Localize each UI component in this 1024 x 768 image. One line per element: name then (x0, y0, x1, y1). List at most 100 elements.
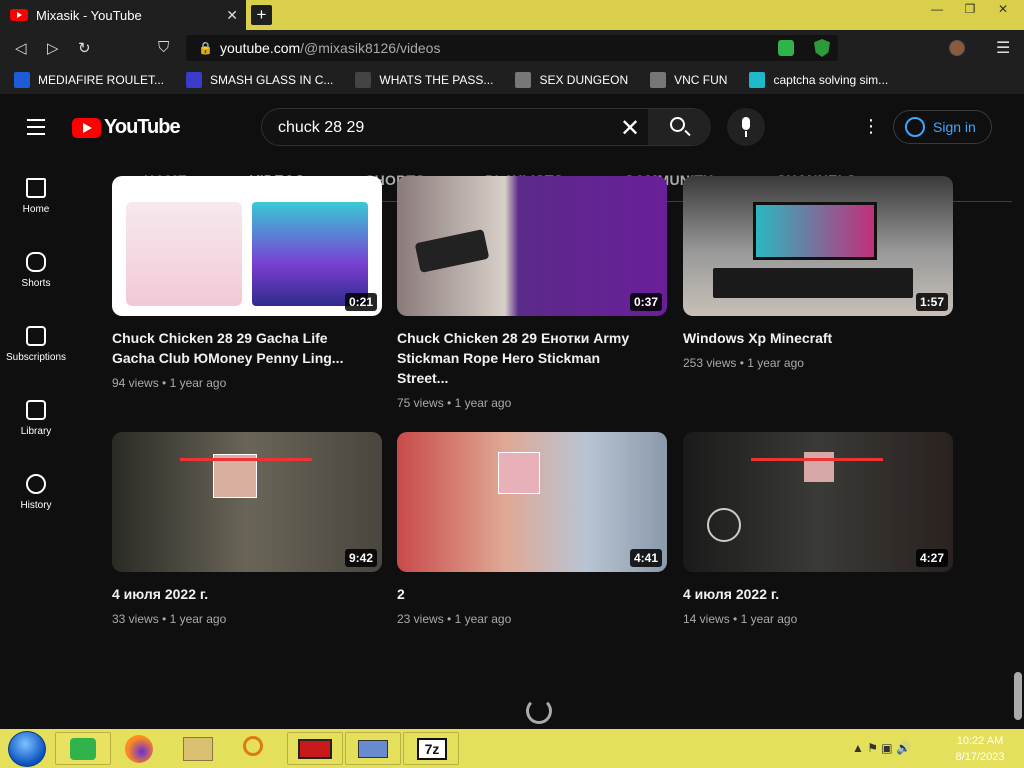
taskbar-7zip[interactable]: 7z (403, 732, 459, 765)
video-thumbnail[interactable]: 9:42 (112, 432, 382, 572)
badge-icon (515, 72, 532, 88)
window-controls: — ❐ ✕ (919, 0, 1018, 18)
browser-tab-bar: Mixasik - YouTube ✕ + — ❐ ✕ (0, 0, 1024, 30)
browser-nav-bar: ◁ ▷ ↻ ⛉ 🔒 youtube.com/@mixasik8126/video… (0, 30, 1024, 66)
search-button[interactable] (648, 109, 711, 145)
video-duration: 4:41 (629, 549, 662, 567)
video-meta: 14 views • 1 year ago (683, 612, 798, 626)
subscriptions-icon (26, 326, 46, 346)
video-duration: 0:37 (629, 293, 662, 311)
tab-close-icon[interactable]: ✕ (226, 7, 238, 24)
minimize-button[interactable]: — (922, 0, 952, 18)
video-title[interactable]: Chuck Chicken 28 29 Енотки Army Stickman… (397, 328, 637, 388)
home-icon (26, 178, 46, 198)
video-title[interactable]: 4 июля 2022 г. (683, 584, 923, 604)
video-card[interactable]: 4:41 2 23 views • 1 year ago (397, 432, 667, 626)
keyboard-icon (358, 740, 388, 758)
video-card[interactable]: 0:21 Chuck Chicken 28 29 Gacha Life Gach… (112, 176, 382, 390)
video-duration: 9:42 (344, 549, 377, 567)
clear-search-icon[interactable]: ✕ (620, 114, 640, 143)
7zip-icon: 7z (417, 738, 447, 760)
video-title[interactable]: 2 (397, 584, 637, 604)
video-duration: 1:57 (915, 293, 948, 311)
sign-in-button[interactable]: Sign in (893, 110, 992, 144)
sidebar-item-library[interactable]: Library (0, 400, 72, 437)
system-tray-icons[interactable]: ▲ ⚑ ▣ 🔊 (852, 741, 911, 755)
shorts-icon (26, 252, 46, 272)
taskbar-explorer[interactable] (171, 732, 227, 765)
bookmark-item[interactable]: VNC FUN (650, 72, 727, 88)
taskbar-search[interactable] (229, 732, 285, 765)
bookmark-item[interactable]: SEX DUNGEON (515, 72, 628, 88)
extension-green-icon[interactable] (778, 40, 794, 56)
address-bar[interactable]: 🔒 youtube.com/@mixasik8126/videos (186, 35, 838, 61)
caret-icon (749, 72, 766, 88)
video-thumbnail[interactable]: 4:27 (683, 432, 953, 572)
microphone-icon[interactable] (727, 108, 765, 146)
tab-title: Mixasik - YouTube (36, 7, 142, 23)
magnifier-icon (243, 736, 263, 756)
youtube-favicon-icon (10, 9, 28, 21)
video-meta: 94 views • 1 year ago (112, 376, 227, 390)
bookmark-item[interactable]: captcha solving sim... (749, 72, 888, 88)
loading-spinner-icon (526, 698, 552, 724)
lock-icon: 🔒 (198, 41, 213, 55)
youtube-header: YouTube chuck 28 29 ✕ ⋮ Sign in (0, 94, 1024, 160)
video-thumbnail[interactable]: 0:21 (112, 176, 382, 316)
video-meta: 253 views • 1 year ago (683, 356, 804, 370)
video-card[interactable]: 9:42 4 июля 2022 г. 33 views • 1 year ag… (112, 432, 382, 626)
notes-icon (70, 738, 96, 760)
library-icon (26, 400, 46, 420)
media-icon (298, 739, 332, 759)
video-thumbnail[interactable]: 1:57 (683, 176, 953, 316)
browser-tab-youtube[interactable]: Mixasik - YouTube ✕ (0, 0, 246, 30)
video-card[interactable]: 0:37 Chuck Chicken 28 29 Енотки Army Sti… (397, 176, 667, 410)
badge-icon (650, 72, 667, 88)
video-card[interactable]: 4:27 4 июля 2022 г. 14 views • 1 year ag… (683, 432, 953, 626)
sidebar-item-subscriptions[interactable]: Subscriptions (0, 326, 72, 363)
bookmarks-bar: MEDIAFIRE ROULET... SMASH GLASS IN C... WH… (0, 66, 1024, 94)
bookmark-item[interactable]: SMASH GLASS IN C... (186, 72, 333, 88)
bookmark-icon[interactable]: ⛉ (158, 39, 169, 56)
youtube-logo[interactable]: YouTube (72, 116, 181, 139)
start-button[interactable] (8, 731, 46, 767)
forward-icon[interactable]: ▷ (47, 39, 59, 57)
back-icon[interactable]: ◁ (15, 39, 27, 57)
search-box: chuck 28 29 ✕ (261, 108, 711, 146)
video-title[interactable]: Chuck Chicken 28 29 Gacha Life Gacha Clu… (112, 328, 352, 368)
mediafire-icon (14, 72, 30, 88)
search-input[interactable]: chuck 28 29 (278, 119, 364, 137)
close-window-button[interactable]: ✕ (988, 0, 1018, 18)
video-title[interactable]: 4 июля 2022 г. (112, 584, 352, 604)
profile-avatar-icon[interactable] (949, 40, 965, 56)
user-icon (905, 117, 925, 137)
video-duration: 4:27 (915, 549, 948, 567)
settings-kebab-icon[interactable]: ⋮ (862, 116, 880, 137)
video-title[interactable]: Windows Xp Minecraft (683, 328, 923, 348)
youtube-play-icon (72, 117, 101, 138)
video-thumbnail[interactable]: 0:37 (397, 176, 667, 316)
hat-icon (355, 72, 372, 88)
taskbar-keyboard-app[interactable] (345, 732, 401, 765)
video-thumbnail[interactable]: 4:41 (397, 432, 667, 572)
video-meta: 23 views • 1 year ago (397, 612, 512, 626)
maximize-button[interactable]: ❐ (955, 0, 985, 18)
sidebar-item-shorts[interactable]: Shorts (0, 252, 72, 289)
taskbar-notes-app[interactable] (55, 732, 111, 765)
sidebar-item-home[interactable]: Home (0, 178, 72, 215)
sidebar-item-history[interactable]: History (0, 474, 72, 511)
bookmark-item[interactable]: WHATS THE PASS... (355, 72, 493, 88)
video-card[interactable]: 1:57 Windows Xp Minecraft 253 views • 1 … (683, 176, 953, 370)
taskbar-media-app[interactable] (287, 732, 343, 765)
page-scrollbar[interactable] (1014, 672, 1022, 720)
system-clock[interactable]: 10:22 AM 8/17/2023 (948, 733, 1012, 765)
hamburger-menu-icon[interactable] (27, 119, 45, 140)
firefox-icon (125, 735, 153, 763)
taskbar-firefox[interactable] (113, 732, 169, 765)
reload-icon[interactable]: ↻ (78, 39, 91, 57)
history-icon (26, 474, 46, 494)
browser-menu-icon[interactable]: ☰ (996, 38, 1010, 58)
bookmark-item[interactable]: MEDIAFIRE ROULET... (14, 72, 164, 88)
new-tab-button[interactable]: + (251, 5, 272, 25)
folder-icon (183, 737, 213, 761)
